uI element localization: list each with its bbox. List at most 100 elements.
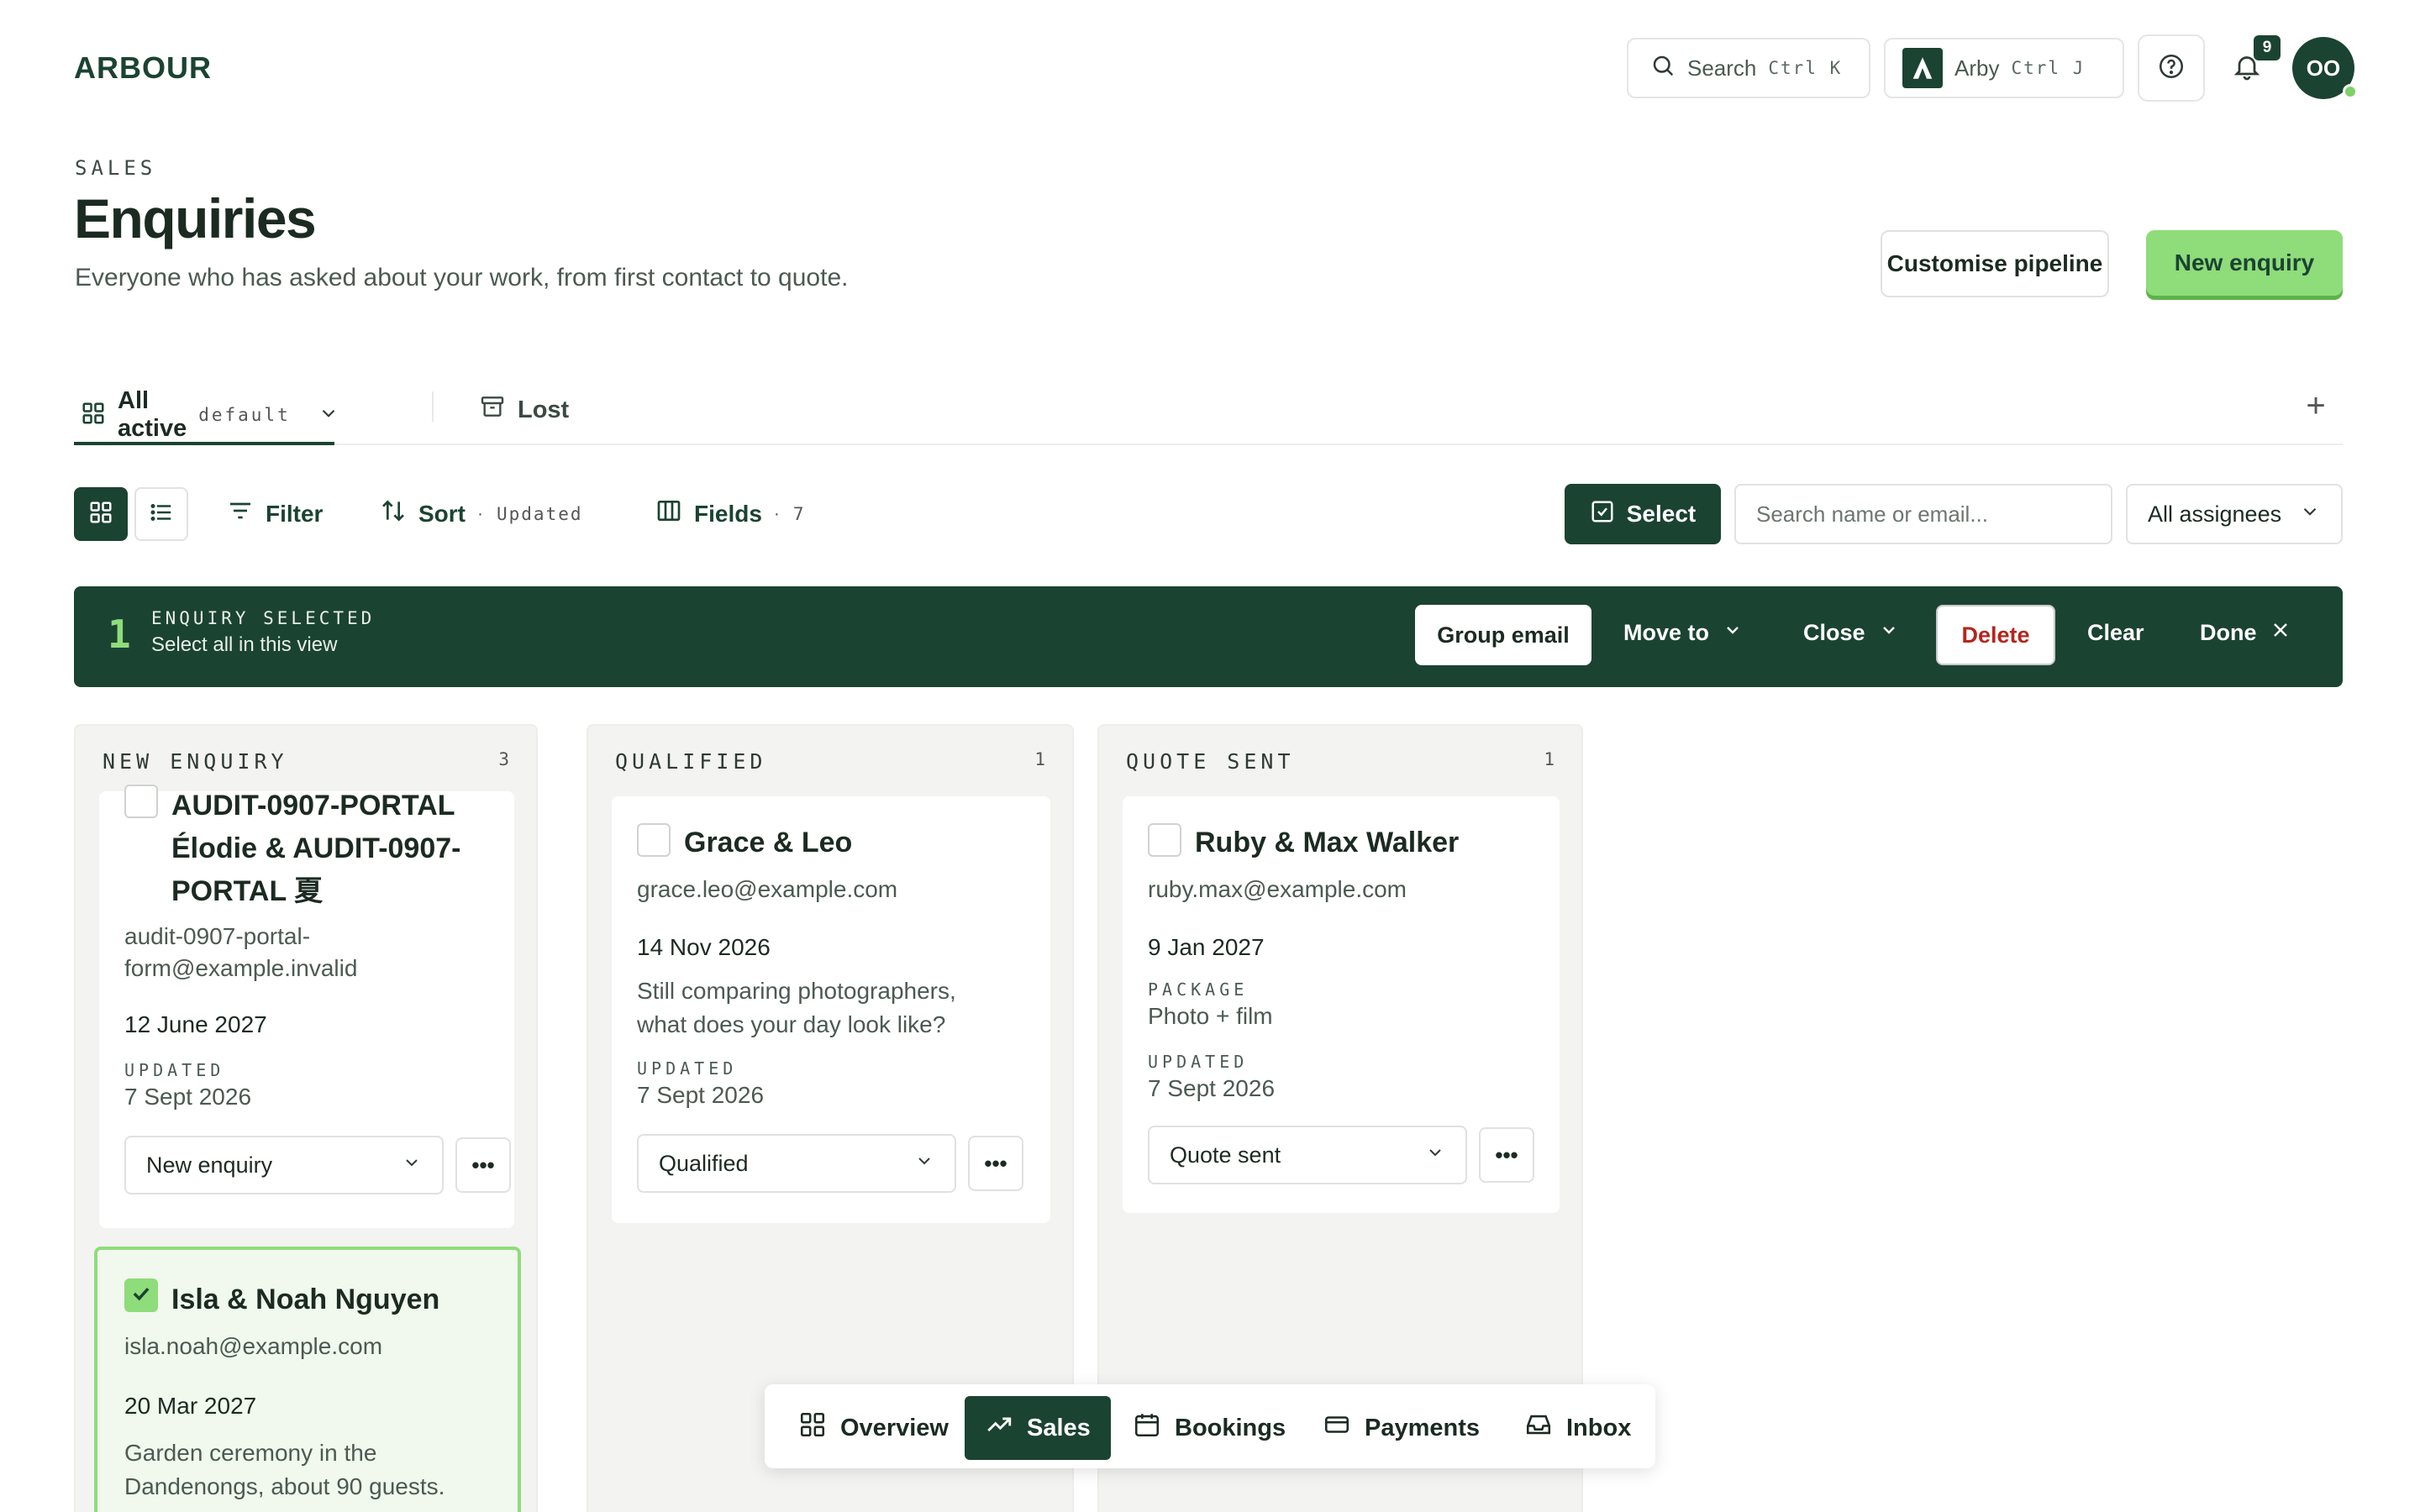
search-name-email-input[interactable]: Search name or email... [1734, 484, 2112, 544]
select-label: Select [1626, 501, 1697, 527]
nav-sales-label: Sales [1027, 1414, 1091, 1441]
chevron-down-icon[interactable] [318, 402, 339, 428]
done-button[interactable]: Done [2200, 620, 2291, 646]
trend-icon [985, 1410, 1013, 1446]
card-email: grace.leo@example.com [637, 876, 898, 902]
sort-label: Sort [418, 500, 466, 527]
move-to-label: Move to [1623, 620, 1710, 645]
nav-bookings[interactable]: Bookings [1113, 1396, 1306, 1460]
sort-separator: · [477, 503, 485, 523]
card-updated-value: 7 Sept 2026 [1148, 1075, 1276, 1101]
card-package-value: Photo + film [1148, 1003, 1273, 1029]
online-status-dot [2343, 84, 2358, 99]
close-icon [2270, 620, 2291, 646]
add-view-button[interactable]: + [2299, 385, 2333, 427]
card-more-button[interactable]: ••• [1479, 1127, 1534, 1183]
chevron-down-icon [1425, 1142, 1445, 1168]
move-to-button[interactable]: Move to [1623, 620, 1743, 646]
select-all-link[interactable]: Select all in this view [151, 633, 337, 657]
column-header: QUALIFIED 1 [615, 749, 1045, 774]
customise-pipeline-button[interactable]: Customise pipeline [1881, 230, 2109, 297]
tab-default-badge: default [198, 405, 291, 425]
check-icon [129, 1282, 153, 1310]
card-stage-select[interactable]: New enquiry [124, 1136, 444, 1194]
tab-all-active[interactable]: All active default [74, 387, 335, 445]
columns-icon [655, 497, 682, 530]
card-stage-label: New enquiry [146, 1152, 273, 1178]
search-shortcut: Ctrl K [1768, 58, 1843, 78]
delete-button[interactable]: Delete [1936, 605, 2055, 665]
app-logo[interactable]: ARBOUR [74, 50, 212, 86]
card-stage-select[interactable]: Quote sent [1148, 1126, 1467, 1184]
fields-button[interactable]: Fields · 7 [655, 497, 806, 530]
card-stage-select[interactable]: Qualified [637, 1134, 956, 1193]
close-enquiry-button[interactable]: Close [1803, 620, 1899, 646]
card-updated-caption: UPDATED [637, 1058, 738, 1079]
tab-lost[interactable]: Lost [479, 393, 569, 427]
card-note-line1: Garden ceremony in the [124, 1440, 377, 1466]
card-updated-caption: UPDATED [1148, 1052, 1249, 1072]
assistant-label: Arby [1954, 55, 2000, 81]
select-mode-button[interactable]: Select [1565, 484, 1721, 544]
global-search-button[interactable]: Search Ctrl K [1627, 38, 1870, 98]
column-title: QUALIFIED [615, 749, 767, 774]
enquiry-card[interactable]: AUDIT-0907-PORTAL Élodie & AUDIT-0907- P… [99, 785, 514, 1228]
assignee-filter-label: All assignees [2148, 501, 2282, 527]
card-checkbox[interactable] [637, 823, 671, 857]
close-label: Close [1803, 620, 1865, 645]
list-view-toggle[interactable] [134, 487, 188, 541]
new-enquiry-button[interactable]: New enquiry [2146, 230, 2343, 296]
sort-button[interactable]: Sort · Updated [380, 497, 583, 530]
card-name: Isla & Noah Nguyen [171, 1284, 440, 1315]
sort-value: Updated [497, 503, 583, 524]
chevron-down-icon [1723, 620, 1743, 646]
enquiry-card[interactable]: Ruby & Max Walker ruby.max@example.com 9… [1123, 796, 1560, 1213]
group-email-button[interactable]: Group email [1415, 605, 1591, 665]
selected-count: 1 [108, 612, 131, 657]
card-more-button[interactable]: ••• [968, 1136, 1023, 1191]
selected-label: ENQUIRY SELECTED [151, 608, 376, 628]
page-subtitle: Everyone who has asked about your work, … [75, 264, 849, 291]
card-event-date: 14 Nov 2026 [637, 934, 771, 960]
clear-label: Clear [2087, 620, 2144, 645]
card-checkbox[interactable] [1148, 823, 1181, 857]
card-checkbox-checked[interactable] [124, 1278, 158, 1312]
card-note-line1: Still comparing photographers, [637, 978, 956, 1004]
grid-icon [88, 500, 113, 529]
grid-icon [798, 1410, 827, 1446]
filter-label: Filter [266, 500, 324, 527]
card-stage-label: Qualified [659, 1150, 749, 1176]
page-title: Enquiries [74, 187, 317, 249]
assistant-logo-icon [1902, 48, 1943, 88]
column-count: 1 [1034, 749, 1045, 769]
archive-icon [479, 393, 506, 427]
enquiry-card-selected[interactable]: Isla & Noah Nguyen isla.noah@example.com… [94, 1247, 521, 1512]
column-title: NEW ENQUIRY [103, 749, 288, 774]
nav-inbox[interactable]: Inbox [1504, 1396, 1651, 1460]
column-title: QUOTE SENT [1126, 749, 1295, 774]
notification-count-badge: 9 [2254, 35, 2281, 60]
filter-button[interactable]: Filter [227, 497, 323, 530]
help-button[interactable] [2138, 34, 2205, 102]
filter-icon [227, 497, 254, 530]
card-email: ruby.max@example.com [1148, 876, 1407, 902]
tab-all-active-label: All active [118, 387, 187, 442]
card-name: Grace & Leo [684, 827, 853, 858]
nav-overview[interactable]: Overview [778, 1396, 969, 1460]
enquiry-card[interactable]: Grace & Leo grace.leo@example.com 14 Nov… [612, 796, 1050, 1223]
assignee-filter-select[interactable]: All assignees [2126, 484, 2343, 544]
card-more-button[interactable]: ••• [455, 1137, 511, 1193]
nav-payments[interactable]: Payments [1302, 1396, 1500, 1460]
pipeline-column-new-enquiry: NEW ENQUIRY 3 AUDIT-0907-PORTAL Élodie &… [74, 724, 538, 1512]
assistant-button[interactable]: Arby Ctrl J [1884, 38, 2124, 98]
grid-icon [81, 401, 106, 430]
inbox-icon [1524, 1410, 1553, 1446]
card-name-line1: AUDIT-0907-PORTAL [171, 790, 455, 822]
card-checkbox[interactable] [124, 785, 158, 818]
board-view-toggle[interactable] [74, 487, 128, 541]
card-name-line2: Élodie & AUDIT-0907- [171, 832, 461, 864]
section-eyebrow: SALES [75, 156, 157, 180]
clear-selection-button[interactable]: Clear [2087, 620, 2144, 646]
card-updated-value: 7 Sept 2026 [124, 1084, 252, 1110]
nav-sales[interactable]: Sales [965, 1396, 1111, 1460]
